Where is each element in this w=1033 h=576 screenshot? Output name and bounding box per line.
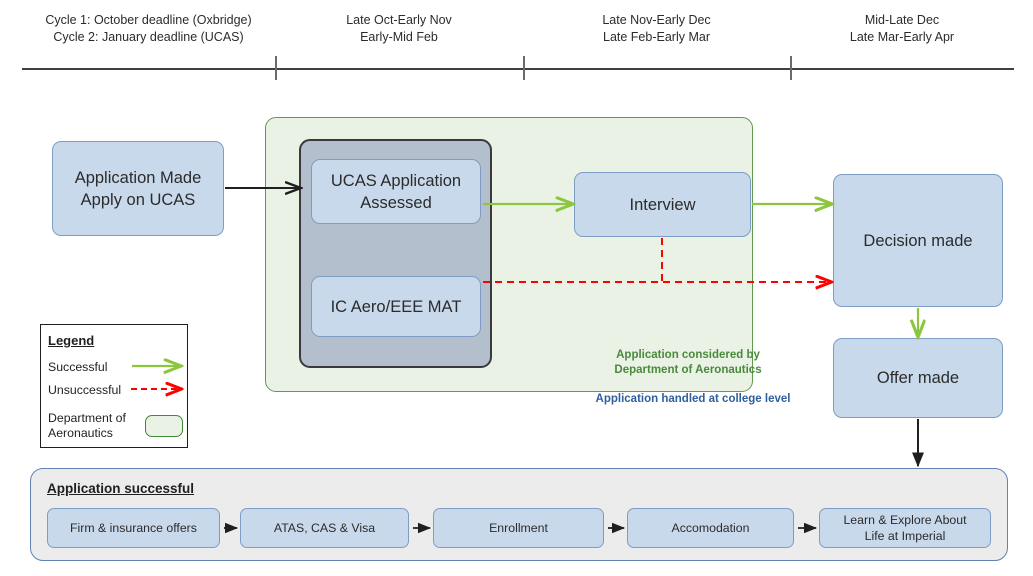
legend-label-department: Department of Aeronautics bbox=[48, 411, 126, 440]
timeline-label-4: Mid-Late Dec Late Mar-Early Apr bbox=[849, 13, 955, 44]
node-interview[interactable]: Interview bbox=[574, 172, 751, 237]
legend-label-unsuccessful: Unsuccessful bbox=[48, 383, 122, 397]
timeline-tick-1 bbox=[275, 56, 277, 80]
node-ucas-application-assessed[interactable]: UCAS Application Assessed bbox=[311, 159, 481, 224]
timeline-axis bbox=[22, 68, 1014, 70]
node-decision-made[interactable]: Decision made bbox=[833, 174, 1003, 307]
step-accomodation[interactable]: Accomodation bbox=[627, 508, 794, 548]
step-enrollment[interactable]: Enrollment bbox=[433, 508, 604, 548]
application-successful-title: Application successful bbox=[47, 481, 195, 496]
step-learn-explore-imperial[interactable]: Learn & Explore About Life at Imperial bbox=[819, 508, 991, 548]
department-caption: Application considered by Department of … bbox=[614, 349, 762, 376]
node-offer-made[interactable]: Offer made bbox=[833, 338, 1003, 418]
timeline-label-3: Late Nov-Early Dec Late Feb-Early Mar bbox=[602, 13, 711, 44]
timeline-tick-3 bbox=[790, 56, 792, 80]
legend-label-successful: Successful bbox=[48, 360, 108, 374]
timeline-label-1: Cycle 1: October deadline (Oxbridge) Cyc… bbox=[45, 13, 252, 44]
legend-title: Legend bbox=[48, 333, 95, 348]
college-level-caption: Application handled at college level bbox=[595, 393, 791, 405]
node-application-made[interactable]: Application Made Apply on UCAS bbox=[52, 141, 224, 236]
timeline-label-2: Late Oct-Early Nov Early-Mid Feb bbox=[346, 13, 452, 44]
legend-swatch-department bbox=[145, 415, 183, 437]
timeline-tick-2 bbox=[523, 56, 525, 80]
flowchart-canvas: Cycle 1: October deadline (Oxbridge) Cyc… bbox=[0, 0, 1033, 576]
step-atas-cas-visa[interactable]: ATAS, CAS & Visa bbox=[240, 508, 409, 548]
step-firm-insurance-offers[interactable]: Firm & insurance offers bbox=[47, 508, 220, 548]
node-ic-aero-eee-mat[interactable]: IC Aero/EEE MAT bbox=[311, 276, 481, 337]
